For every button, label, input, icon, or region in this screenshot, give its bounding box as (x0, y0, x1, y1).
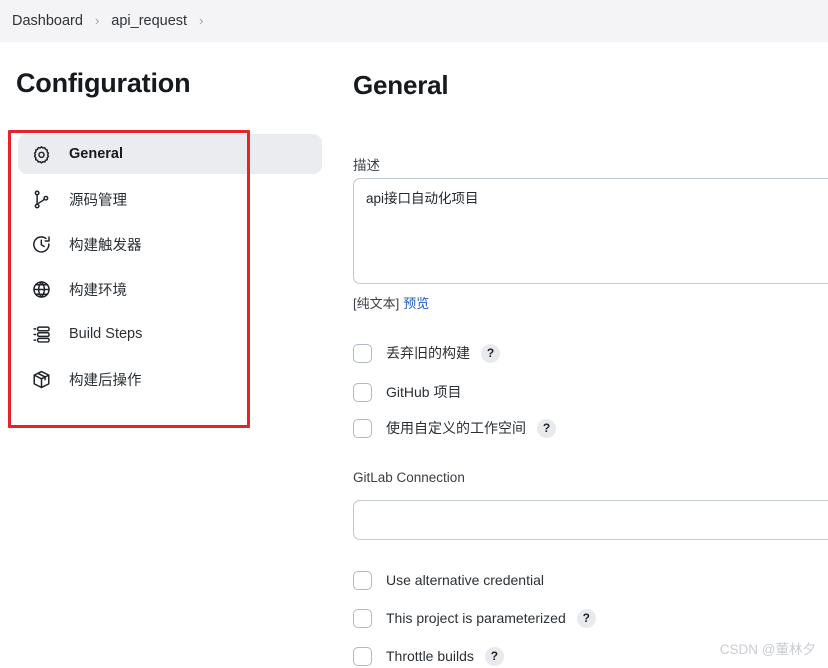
help-icon[interactable]: ? (537, 418, 556, 438)
sidebar-menu: General 源码管理 构建触发器 构建环境 Build Steps 构建后操… (0, 134, 340, 404)
sidebar-item-label: 构建触发器 (69, 237, 142, 254)
configuration-sidebar: Configuration General 源码管理 构建触发器 构建环境 Bu… (0, 42, 340, 668)
sidebar-item-label: 源码管理 (69, 192, 127, 209)
checkbox-this-project-is-parameterized[interactable] (353, 608, 372, 628)
description-textarea[interactable] (353, 178, 828, 284)
sidebar-item-general[interactable]: General (18, 134, 322, 174)
sidebar-item-build-steps[interactable]: Build Steps (18, 314, 322, 354)
breadcrumb-item-api-request[interactable]: api_request (103, 0, 195, 42)
breadcrumb-separator-icon: › (94, 13, 100, 28)
checkbox-label: 使用自定义的工作空间 (386, 420, 526, 436)
help-icon[interactable]: ? (481, 343, 500, 363)
gitlab-connection-label: GitLab Connection (353, 470, 465, 485)
watermark: CSDN @董林夕 (719, 642, 816, 657)
description-label: 描述 (353, 158, 380, 173)
breadcrumb: Dashboard › api_request › (0, 0, 828, 42)
checkbox-row-project-parameterized[interactable]: This project is parameterized ? (353, 607, 596, 629)
checkbox-github-project[interactable] (353, 382, 372, 402)
sidebar-item-build-environment[interactable]: 构建环境 (18, 269, 322, 309)
gitlab-connection-input[interactable] (353, 500, 828, 540)
sidebar-item-source-control[interactable]: 源码管理 (18, 179, 322, 219)
clock-icon (30, 233, 52, 255)
tasks-list-icon (30, 323, 52, 345)
globe-icon (30, 278, 52, 300)
checkbox-label: Throttle builds (386, 648, 474, 664)
plain-text-note: [纯文本] (353, 296, 400, 311)
section-title-general: General (353, 70, 449, 100)
checkbox-row-alternative-credential[interactable]: Use alternative credential (353, 569, 544, 591)
package-icon (30, 368, 52, 390)
checkbox-discard-old-builds[interactable] (353, 343, 372, 363)
preview-link[interactable]: 预览 (403, 296, 429, 311)
gear-icon (30, 143, 52, 165)
git-branch-icon (30, 188, 52, 210)
checkbox-row-github-project[interactable]: GitHub 项目 (353, 381, 461, 403)
sidebar-item-post-build-actions[interactable]: 构建后操作 (18, 359, 322, 399)
sidebar-item-label: 构建后操作 (69, 372, 142, 389)
checkbox-label: Use alternative credential (386, 572, 544, 588)
help-icon[interactable]: ? (576, 608, 596, 628)
sidebar-item-label: Build Steps (69, 326, 143, 342)
sidebar-item-label: 构建环境 (69, 282, 127, 299)
help-icon[interactable]: ? (484, 646, 504, 666)
checkbox-throttle-builds[interactable] (353, 646, 372, 666)
checkbox-row-throttle-builds[interactable]: Throttle builds ? (353, 645, 504, 667)
checkbox-use-alternative-credential[interactable] (353, 570, 372, 590)
checkbox-label: GitHub 项目 (386, 384, 462, 400)
page-root: Dashboard › api_request › Configuration … (0, 0, 828, 668)
checkbox-use-custom-workspace[interactable] (353, 418, 372, 438)
checkbox-label: 丢弃旧的构建 (386, 345, 470, 361)
sidebar-item-label: General (69, 146, 123, 162)
page-title: Configuration (16, 68, 191, 98)
sidebar-item-build-triggers[interactable]: 构建触发器 (18, 224, 322, 264)
breadcrumb-separator-icon: › (199, 13, 204, 28)
breadcrumb-item-dashboard[interactable]: Dashboard (4, 0, 91, 42)
checkbox-label: This project is parameterized (386, 610, 566, 626)
description-format-row: [纯文本] 预览 (353, 293, 429, 312)
checkbox-row-custom-workspace[interactable]: 使用自定义的工作空间 ? (353, 417, 556, 439)
general-settings-panel: General 描述 [纯文本]预览 丢弃旧的构建 ? GitHub 项目 使用… (340, 42, 828, 668)
checkbox-row-discard-old-builds[interactable]: 丢弃旧的构建 ? (353, 342, 500, 364)
